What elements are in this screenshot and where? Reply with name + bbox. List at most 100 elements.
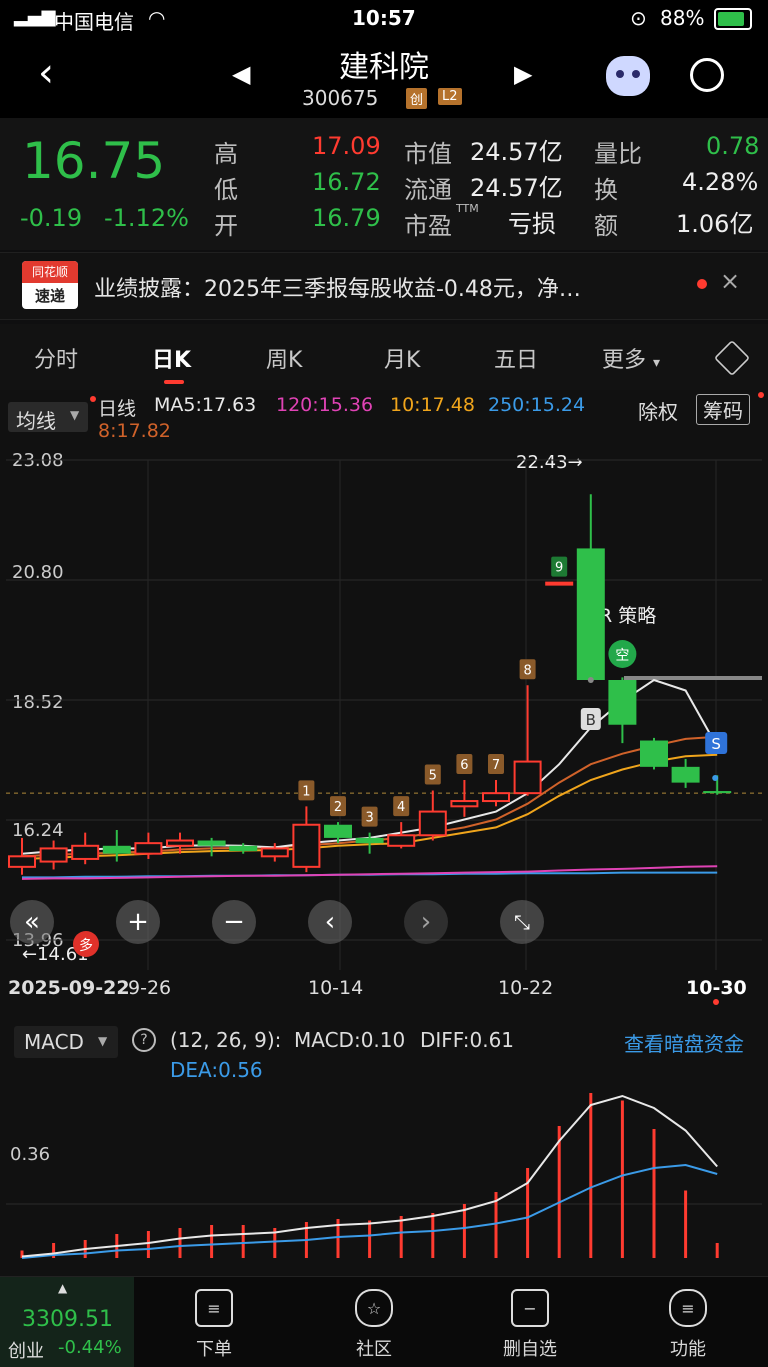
pe-value: 亏损	[508, 210, 556, 238]
candle-body	[576, 548, 605, 680]
battery-icon	[714, 8, 752, 30]
x-label: 10-30	[686, 977, 747, 999]
candle-body	[387, 834, 416, 847]
count-label: 6	[460, 758, 468, 773]
candle-body	[197, 840, 226, 846]
volume-ratio-value: 0.78	[706, 132, 760, 160]
long-label: 多	[79, 937, 93, 954]
document-icon: ≡	[195, 1289, 233, 1327]
clock: 10:57	[352, 6, 416, 30]
tab-monthly[interactable]: 月K	[384, 342, 420, 374]
l2-badge: L2	[438, 88, 462, 105]
settings-icon[interactable]	[713, 339, 751, 377]
mktcap-label: 市值	[404, 140, 452, 168]
candle-body	[39, 847, 68, 863]
header: ‹ ◀ 建科院 300675 创 L2 ▶	[0, 40, 768, 118]
high-value: 17.09	[312, 132, 381, 160]
chinext-badge: 创	[406, 88, 428, 109]
x-label: 2025-09-22	[8, 977, 130, 999]
candle-body	[608, 680, 637, 725]
scroll-left-fast-icon[interactable]: «	[10, 900, 54, 944]
marker-dot	[587, 677, 594, 683]
x-label: 9-26	[128, 977, 171, 999]
index-name: 创业	[8, 1341, 44, 1362]
count-label: 5	[429, 769, 437, 784]
robot-assistant-icon[interactable]	[606, 56, 650, 96]
last-price: 16.75	[22, 132, 166, 190]
kline-chart[interactable]: 均线 ▼ 日线 MA5:17.63 120:15.36 10:17.48 250…	[0, 390, 768, 1020]
x-label: 10-14	[308, 977, 363, 999]
macd-svg: 0.36	[6, 1093, 762, 1259]
mktcap-value: 24.57亿	[470, 138, 563, 166]
buy-label: B	[586, 711, 596, 729]
kline-svg: 23.08 20.80 18.52 16.24 13.96 22.43→ ←14…	[6, 450, 762, 1005]
functions-button[interactable]: ≡ 功能	[638, 1289, 738, 1361]
count-label: 3	[365, 811, 373, 826]
turnover-value: 4.28%	[682, 168, 759, 196]
tab-indicator	[164, 380, 184, 384]
zoom-out-icon[interactable]: −	[212, 900, 256, 944]
short-label: 空	[615, 648, 629, 664]
status-bar: ▂▄▆ 中国电信 ◠ 10:57 ⊙ 88%	[0, 0, 768, 40]
count-label: 1	[302, 784, 310, 799]
close-icon[interactable]: ×	[720, 267, 740, 295]
tab-daily[interactable]: 日K	[152, 342, 191, 374]
count-label: 9	[555, 561, 563, 576]
price-change: -0.19	[20, 204, 83, 232]
zoom-in-icon[interactable]: +	[116, 900, 160, 944]
remove-watchlist-button[interactable]: − 删自选	[480, 1289, 580, 1361]
order-button[interactable]: ≡ 下单	[164, 1289, 264, 1361]
candle-body	[513, 760, 542, 795]
count-label: 4	[397, 800, 405, 815]
stock-code: 300675	[302, 86, 379, 110]
news-banner[interactable]: 同花顺 速递 业绩披露：2025年三季报每股收益-0.48元，净… ×	[0, 252, 768, 320]
y-label: 18.52	[12, 692, 64, 713]
quote-panel: 16.75 -0.19 -1.12% 高 17.09 低 16.72 开 16.…	[0, 118, 768, 250]
candle-body	[166, 839, 194, 847]
tab-weekly[interactable]: 周K	[266, 342, 302, 374]
tab-more[interactable]: 更多 ▾	[602, 342, 660, 374]
current-date-dot	[713, 999, 719, 1005]
volume-ratio-label: 量比	[594, 140, 642, 168]
index-ticker[interactable]: ▲ 3309.51 创业 -0.44%	[0, 1277, 134, 1367]
candle-body	[545, 581, 574, 586]
high-label: 高	[214, 140, 238, 168]
sell-label: S	[711, 735, 721, 753]
battery-pct: 88%	[660, 6, 705, 30]
candle-body	[102, 845, 131, 854]
candle-body	[292, 823, 321, 868]
tab-five-day[interactable]: 五日	[494, 342, 538, 374]
candle-body	[71, 844, 100, 860]
search-icon[interactable]	[690, 58, 724, 92]
candle-body	[482, 792, 510, 803]
fullscreen-icon[interactable]: ⤡	[500, 900, 544, 944]
candle-body	[8, 855, 36, 868]
unread-dot	[697, 279, 707, 289]
community-button[interactable]: ☆ 社区	[324, 1289, 424, 1361]
up-arrow-icon: ▲	[58, 1281, 68, 1295]
low-label: 低	[214, 176, 238, 204]
y-label: 16.24	[12, 820, 64, 841]
candle-body	[418, 810, 447, 837]
news-logo: 同花顺 速递	[22, 261, 78, 309]
scroll-right-icon[interactable]: ›	[404, 900, 448, 944]
index-value: 3309.51	[22, 1307, 113, 1332]
amount-label: 额	[594, 212, 618, 240]
star-icon: ☆	[355, 1289, 393, 1327]
turnover-label: 换	[594, 176, 618, 204]
next-stock-icon[interactable]: ▶	[514, 60, 532, 88]
tab-intraday[interactable]: 分时	[34, 342, 78, 374]
macd-y-label: 0.36	[10, 1144, 50, 1165]
ttm-tag: TTM	[456, 202, 479, 215]
index-pct: -0.44%	[58, 1337, 122, 1358]
dropdown-icon: ▾	[653, 355, 661, 371]
price-change-pct: -1.12%	[104, 204, 189, 232]
low-value: 16.72	[312, 168, 381, 196]
candle-body	[671, 766, 700, 783]
candle-body	[229, 845, 258, 852]
scroll-left-icon[interactable]: ‹	[308, 900, 352, 944]
x-label: 10-22	[498, 977, 553, 999]
period-tabs: 分时 日K 周K 月K 五日 更多 ▾	[0, 324, 768, 390]
candle-body	[355, 837, 384, 844]
wifi-icon: ◠	[148, 6, 166, 30]
